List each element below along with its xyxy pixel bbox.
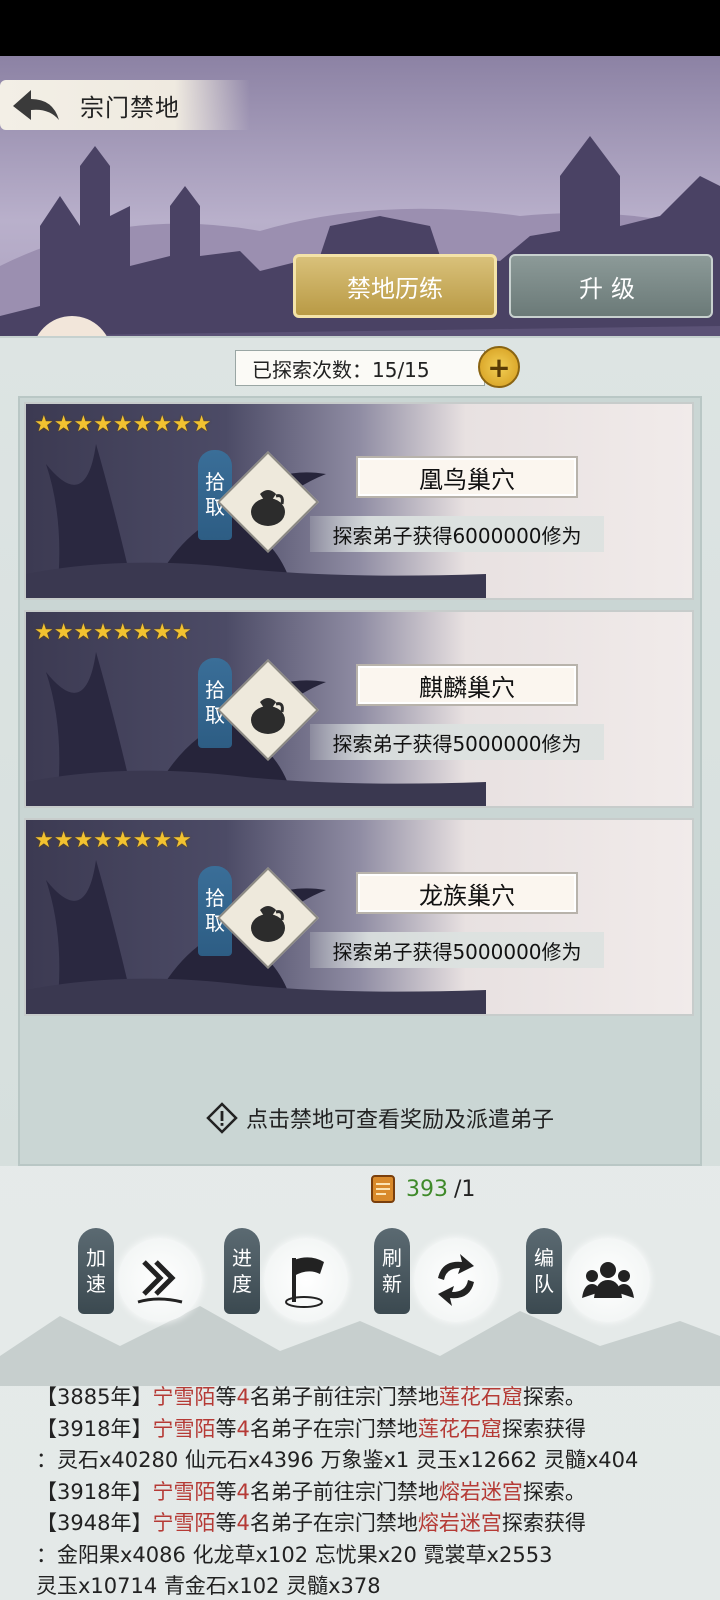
scroll-token-icon xyxy=(371,1175,395,1203)
log-segment: 等 xyxy=(215,1479,237,1504)
log-segment: 4 xyxy=(236,1416,250,1441)
forbidden-land-card[interactable]: ★★★★★★★★ 拾取 龙族巢穴 探索弟子获得5000000修为 xyxy=(24,818,694,1016)
log-segment: 宁雪陌 xyxy=(152,1479,216,1504)
log-segment: ：灵石x40280 仙元石x4396 万象鉴x1 灵玉x12662 灵髓x404 xyxy=(36,1448,639,1472)
speed-up-button[interactable]: 加速 xyxy=(78,1228,208,1338)
status-bar xyxy=(0,0,720,56)
log-segment: 【3918年】 xyxy=(36,1416,153,1441)
log-segment: 等 xyxy=(215,1416,237,1441)
log-segment: 宁雪陌 xyxy=(152,1416,216,1441)
log-segment: 名弟子前往宗门禁地 xyxy=(249,1385,439,1409)
warning-icon xyxy=(206,1102,238,1134)
game-screen: 宗门禁地 禁地历练 升级 已探索次数：15/15 + ★★★★★★★★★ 拾取 … xyxy=(0,56,720,1600)
add-count-button[interactable]: + xyxy=(478,346,520,388)
land-name: 麒麟巢穴 xyxy=(356,664,578,706)
progress-button[interactable]: 进度 xyxy=(224,1228,354,1338)
log-segment: 名弟子在宗门禁地 xyxy=(249,1511,418,1535)
log-line: ：灵石x40280 仙元石x4396 万象鉴x1 灵玉x12662 灵髓x404 xyxy=(36,1445,706,1477)
page-title: 宗门禁地 xyxy=(80,94,180,122)
log-segment: 灵玉x10714 青金石x102 灵髓x378 xyxy=(36,1574,381,1598)
refresh-button[interactable]: 刷新 xyxy=(374,1228,504,1338)
log-segment: 等 xyxy=(215,1511,237,1535)
log-segment: 名弟子前往宗门禁地 xyxy=(249,1479,439,1504)
log-line: ：金阳果x4086 化龙草x102 忘忧果x20 霓裳草x2553 xyxy=(36,1540,706,1572)
tab-upgrade[interactable]: 升级 xyxy=(509,254,713,318)
reward-text: 探索弟子获得5000000修为 xyxy=(310,932,604,968)
land-name: 凰鸟巢穴 xyxy=(356,456,578,498)
rating-stars: ★★★★★★★★★ xyxy=(34,412,212,437)
log-segment: 宁雪陌 xyxy=(152,1511,216,1535)
back-arrow-icon xyxy=(13,90,59,120)
log-segment: 【3948年】 xyxy=(36,1511,153,1535)
flag-icon xyxy=(285,1257,324,1308)
action-label: 加速 xyxy=(78,1228,114,1314)
action-label: 进度 xyxy=(224,1228,260,1314)
bag-icon xyxy=(251,490,285,526)
action-label: 编队 xyxy=(526,1228,562,1314)
log-segment: 【3885年】 xyxy=(36,1385,153,1409)
fast-forward-icon xyxy=(137,1260,183,1304)
action-label: 刷新 xyxy=(374,1228,410,1314)
formation-button[interactable]: 编队 xyxy=(526,1228,656,1338)
token-count: 393/1 xyxy=(366,1172,475,1206)
log-segment: 宁雪陌 xyxy=(152,1385,216,1409)
team-icon xyxy=(582,1262,634,1298)
hint: 点击禁地可查看奖励及派遣弟子 xyxy=(206,1102,554,1134)
log-segment: 莲花石窟 xyxy=(438,1385,523,1409)
log-line: 【3918年】宁雪陌等4名弟子前往宗门禁地熔岩迷宫探索。 xyxy=(36,1477,706,1509)
event-log: 【3885年】宁雪陌等4名弟子前往宗门禁地莲花石窟探索。 【3918年】宁雪陌等4… xyxy=(36,1382,706,1600)
token-max: /1 xyxy=(454,1176,476,1202)
rating-stars: ★★★★★★★★ xyxy=(34,620,192,645)
tab-forbidden-training[interactable]: 禁地历练 xyxy=(293,254,497,318)
refresh-icon xyxy=(438,1254,474,1306)
log-segment: 等 xyxy=(215,1385,237,1409)
forbidden-land-card[interactable]: ★★★★★★★★★ 拾取 凰鸟巢穴 探索弟子获得6000000修为 xyxy=(24,402,694,600)
log-segment: 4 xyxy=(236,1385,250,1409)
log-segment: 探索获得 xyxy=(501,1416,586,1441)
bag-icon xyxy=(251,906,285,942)
log-segment: 名弟子在宗门禁地 xyxy=(249,1416,418,1441)
reward-text: 探索弟子获得6000000修为 xyxy=(310,516,604,552)
log-segment: 探索。 xyxy=(522,1385,586,1409)
log-segment: 探索获得 xyxy=(501,1511,586,1535)
plus-icon: + xyxy=(487,350,511,384)
log-segment: 4 xyxy=(236,1479,250,1504)
bag-icon xyxy=(251,698,285,734)
reward-text: 探索弟子获得5000000修为 xyxy=(310,724,604,760)
log-segment: 【3918年】 xyxy=(36,1479,153,1504)
log-segment: ：金阳果x4086 化龙草x102 忘忧果x20 霓裳草x2553 xyxy=(36,1542,553,1567)
back-button[interactable] xyxy=(6,84,66,128)
log-line: 【3948年】宁雪陌等4名弟子在宗门禁地熔岩迷宫探索获得 xyxy=(36,1508,706,1540)
rating-stars: ★★★★★★★★ xyxy=(34,828,192,853)
log-segment: 熔岩迷宫 xyxy=(438,1479,523,1504)
land-name: 龙族巢穴 xyxy=(356,872,578,914)
log-line: 【3918年】宁雪陌等4名弟子在宗门禁地莲花石窟探索获得 xyxy=(36,1414,706,1446)
log-segment: 探索。 xyxy=(522,1479,586,1504)
log-segment: 4 xyxy=(236,1511,250,1535)
log-line: 【3885年】宁雪陌等4名弟子前往宗门禁地莲花石窟探索。 xyxy=(36,1382,706,1414)
token-value: 393 xyxy=(406,1176,448,1202)
log-line: 灵玉x10714 青金石x102 灵髓x378 xyxy=(36,1571,706,1600)
hint-text: 点击禁地可查看奖励及派遣弟子 xyxy=(246,1108,555,1133)
log-segment: 莲花石窟 xyxy=(417,1416,502,1441)
forbidden-land-card[interactable]: ★★★★★★★★ 拾取 麒麟巢穴 探索弟子获得5000000修为 xyxy=(24,610,694,808)
explore-count: 已探索次数：15/15 xyxy=(235,350,485,386)
log-segment: 熔岩迷宫 xyxy=(417,1511,502,1535)
